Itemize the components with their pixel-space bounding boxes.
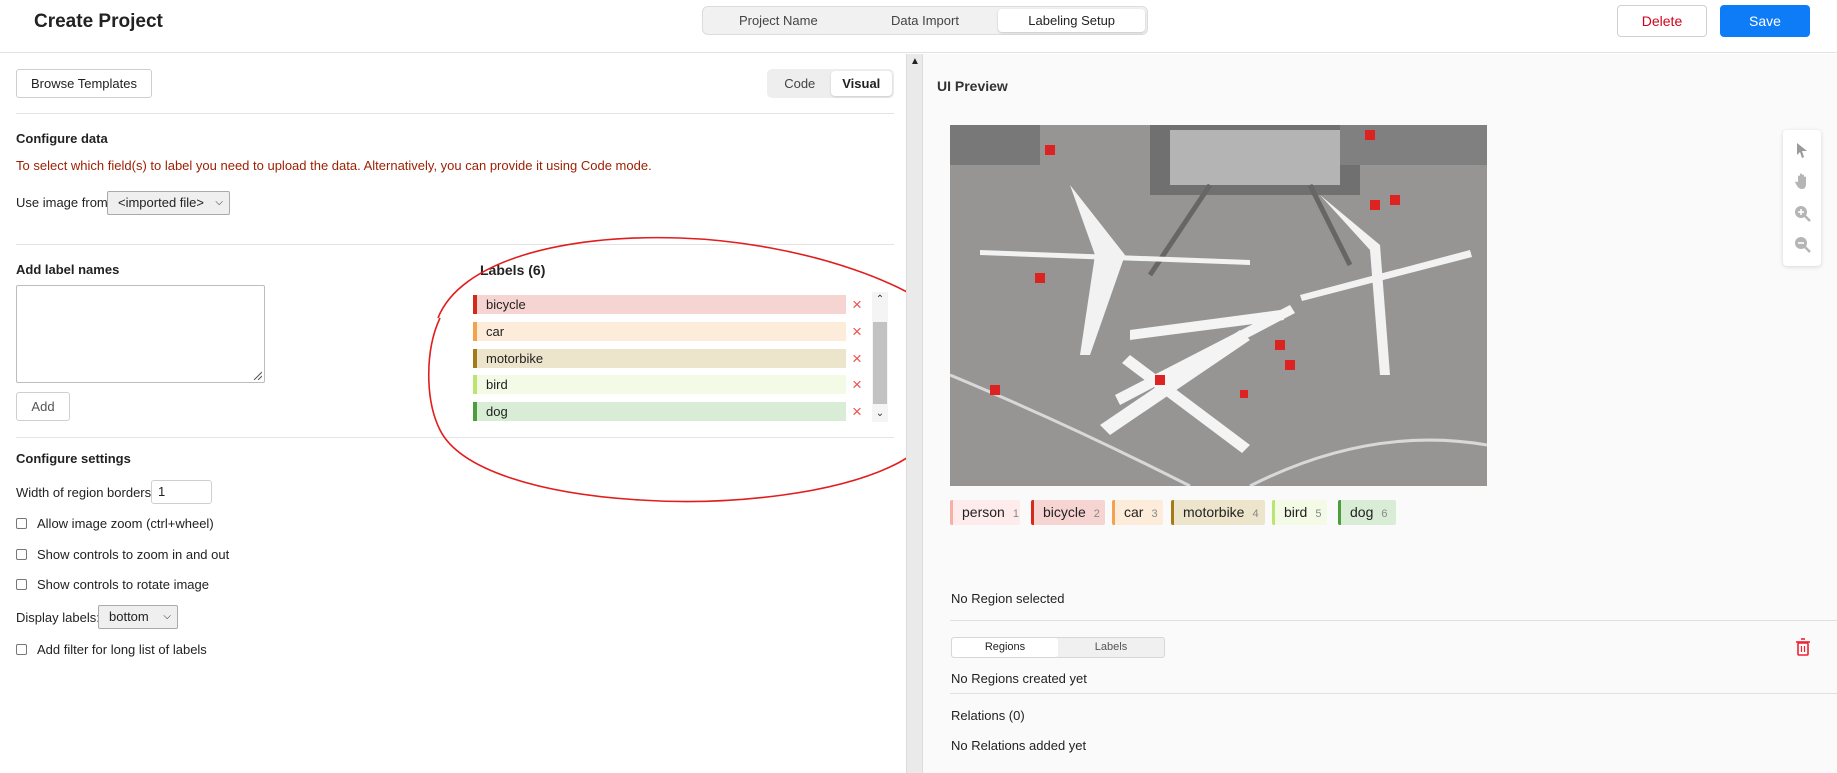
label-chip-bicycle[interactable]: bicycle 2 <box>1031 500 1105 525</box>
ui-preview-title: UI Preview <box>937 78 1008 94</box>
chip-hotkey: 3 <box>1151 508 1158 520</box>
tab-regions[interactable]: Regions <box>952 638 1058 657</box>
airport-aerial-image[interactable] <box>950 125 1487 486</box>
pointer-icon[interactable] <box>1792 140 1812 160</box>
no-region-text: No Region selected <box>951 591 1065 606</box>
chip-hotkey: 4 <box>1252 508 1259 520</box>
chip-hotkey: 6 <box>1381 508 1388 520</box>
zoom-out-icon[interactable] <box>1792 234 1812 254</box>
label-chip-person[interactable]: person 1 <box>950 500 1020 525</box>
label-chip-bird[interactable]: bird 5 <box>1272 500 1327 525</box>
panel-splitter[interactable]: ▲ <box>906 54 923 773</box>
no-regions-text: No Regions created yet <box>951 671 1087 686</box>
label-chip-car[interactable]: car 3 <box>1112 500 1163 525</box>
divider <box>950 693 1837 694</box>
regions-labels-tabs: Regions Labels <box>951 637 1165 658</box>
collapse-arrow-icon[interactable]: ▲ <box>910 56 920 67</box>
chip-name: dog <box>1350 504 1374 520</box>
label-chip-motorbike[interactable]: motorbike 4 <box>1171 500 1265 525</box>
image-tools-panel <box>1783 130 1821 266</box>
hand-icon[interactable] <box>1792 171 1812 191</box>
no-relations-text: No Relations added yet <box>951 738 1087 753</box>
ui-preview-panel: UI Preview person 1 bicycle 2 car 3 moto… <box>923 54 1837 773</box>
chip-hotkey: 1 <box>1012 508 1019 520</box>
chip-hotkey: 5 <box>1315 508 1322 520</box>
divider <box>950 620 1837 621</box>
chip-name: bird <box>1284 504 1308 520</box>
chip-name: person <box>962 504 1005 520</box>
label-chip-dog[interactable]: dog 6 <box>1338 500 1396 525</box>
chip-name: bicycle <box>1043 504 1086 520</box>
chip-name: car <box>1124 504 1144 520</box>
chip-name: motorbike <box>1183 504 1245 520</box>
trash-icon[interactable] <box>1795 638 1811 656</box>
tab-labels[interactable]: Labels <box>1058 638 1164 657</box>
chip-hotkey: 2 <box>1093 508 1100 520</box>
zoom-in-icon[interactable] <box>1792 203 1812 223</box>
relations-title: Relations (0) <box>951 708 1025 723</box>
